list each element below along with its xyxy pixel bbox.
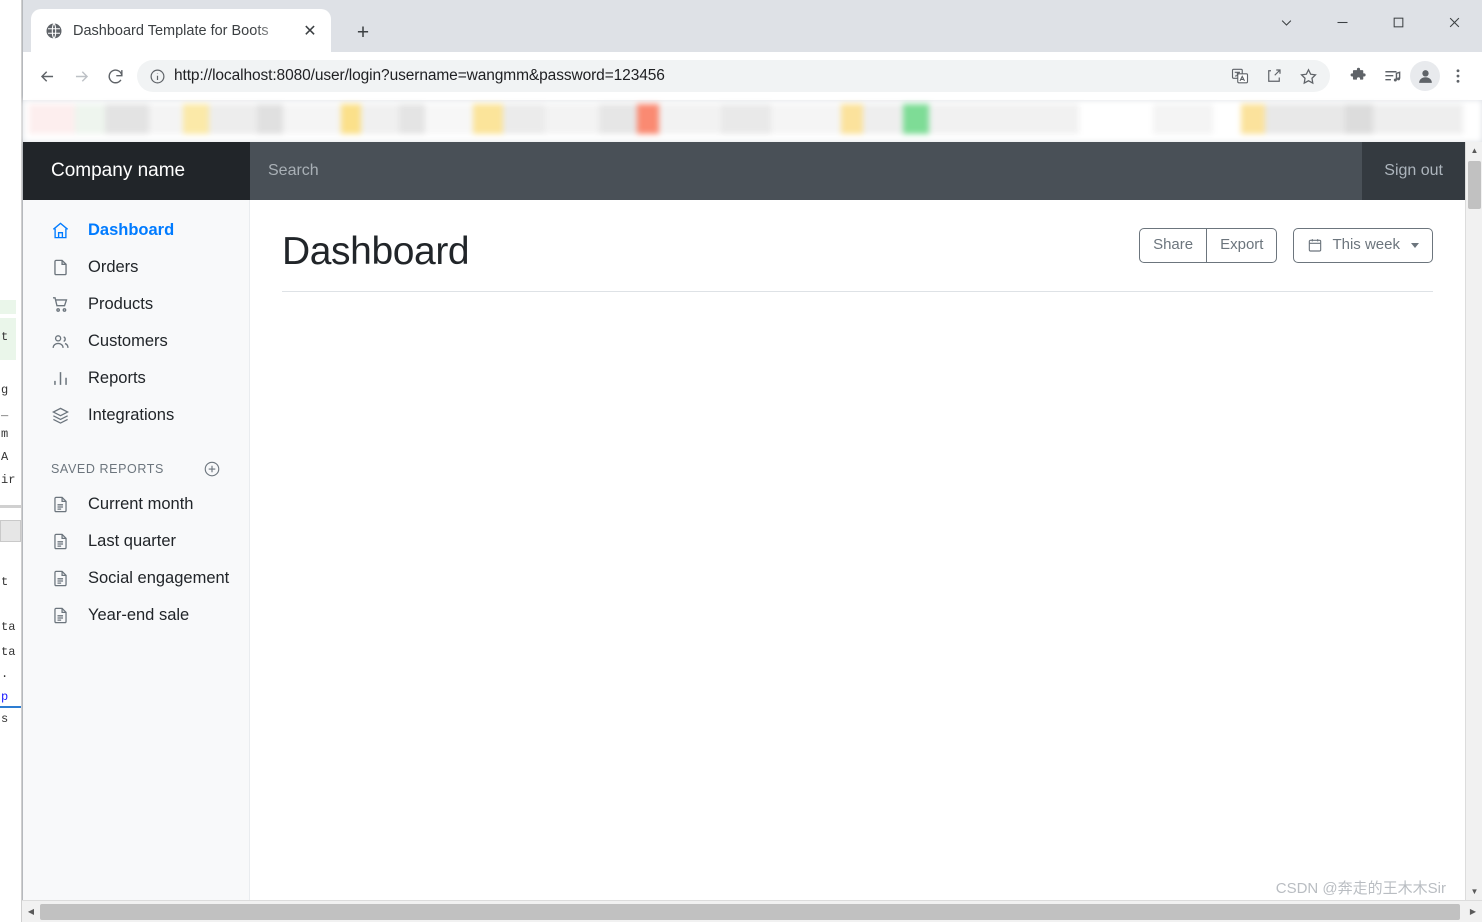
caret-down-icon	[1411, 242, 1419, 248]
profile-avatar-icon[interactable]	[1410, 61, 1440, 91]
plus-circle-icon[interactable]	[203, 460, 221, 478]
scroll-right-arrow-icon[interactable]: ▶	[1464, 901, 1482, 922]
sidebar-report-last-quarter[interactable]: Last quarter	[23, 523, 249, 560]
sidebar-report-label: Current month	[88, 495, 194, 513]
sidebar: Dashboard Orders Products Customers Repo…	[23, 200, 250, 900]
page-vertical-scrollbar[interactable]: ▲ ▼	[1465, 142, 1482, 900]
scroll-down-arrow-icon[interactable]: ▼	[1466, 883, 1482, 900]
document-icon	[51, 569, 70, 588]
background-editor-left-edge: g _ m A ir t t ta ta . p s	[0, 0, 22, 922]
forward-arrow-right-icon[interactable]	[65, 60, 97, 92]
sidebar-item-label: Orders	[88, 258, 139, 276]
browser-tab[interactable]: Dashboard Template for Boots ✕	[31, 9, 331, 52]
sidebar-item-label: Products	[88, 295, 154, 313]
scrollbar-thumb[interactable]	[1468, 161, 1481, 209]
file-icon	[51, 258, 70, 277]
sidebar-item-dashboard[interactable]: Dashboard	[23, 212, 249, 249]
document-icon	[51, 495, 70, 514]
app-navbar: Company name Sign out	[23, 142, 1465, 200]
sidebar-item-customers[interactable]: Customers	[23, 323, 249, 360]
new-tab-button[interactable]: +	[348, 18, 378, 48]
share-icon[interactable]	[1258, 60, 1290, 92]
window-controls	[1258, 0, 1482, 45]
share-button[interactable]: Share	[1139, 228, 1208, 263]
window-horizontal-scrollbar[interactable]: ◀ ▶	[22, 900, 1482, 922]
main-content: Dashboard Share Export This week	[250, 200, 1465, 900]
browser-tab-title: Dashboard Template for Boots	[73, 22, 269, 39]
page-header-actions: Share Export This week	[1139, 228, 1433, 263]
sidebar-report-label: Year-end sale	[88, 606, 190, 624]
site-info-circle-icon[interactable]	[149, 68, 166, 85]
search-input[interactable]	[250, 142, 1363, 200]
sign-out-link[interactable]: Sign out	[1384, 162, 1443, 180]
page-viewport: Company name Sign out Dashboard Or	[23, 142, 1482, 900]
window-maximize-icon[interactable]	[1370, 0, 1426, 45]
sidebar-item-label: Dashboard	[88, 221, 175, 239]
saved-reports-header: SAVED REPORTS	[23, 434, 249, 486]
sidebar-item-orders[interactable]: Orders	[23, 249, 249, 286]
sidebar-item-integrations[interactable]: Integrations	[23, 397, 249, 434]
three-dot-menu-icon[interactable]	[1442, 60, 1474, 92]
users-icon	[51, 332, 70, 351]
sidebar-report-current-month[interactable]: Current month	[23, 486, 249, 523]
bar-chart-icon	[51, 369, 70, 388]
window-minimize-icon[interactable]	[1314, 0, 1370, 45]
extensions-puzzle-icon[interactable]	[1342, 60, 1374, 92]
document-icon	[51, 606, 70, 625]
brand-title[interactable]: Company name	[23, 142, 250, 200]
home-icon	[51, 221, 70, 240]
translate-icon[interactable]	[1224, 60, 1256, 92]
bookmarks-bar-blurred[interactable]	[23, 100, 1482, 142]
sidebar-report-social-engagement[interactable]: Social engagement	[23, 560, 249, 597]
sidebar-item-label: Customers	[88, 332, 168, 350]
layers-icon	[51, 406, 70, 425]
page-header: Dashboard Share Export This week	[282, 228, 1433, 292]
tab-search-chevron-down-icon[interactable]	[1258, 0, 1314, 45]
watermark: CSDN @奔走的王木木Sir	[1275, 880, 1446, 897]
bookmark-star-icon[interactable]	[1292, 60, 1324, 92]
sidebar-item-products[interactable]: Products	[23, 286, 249, 323]
sidebar-report-year-end-sale[interactable]: Year-end sale	[23, 597, 249, 634]
saved-reports-title: SAVED REPORTS	[51, 462, 164, 476]
document-icon	[51, 532, 70, 551]
sidebar-item-label: Reports	[88, 369, 146, 387]
sidebar-report-label: Last quarter	[88, 532, 177, 550]
horizontal-scrollbar-thumb[interactable]	[40, 904, 1460, 920]
globe-icon	[46, 22, 62, 39]
back-arrow-left-icon[interactable]	[31, 60, 63, 92]
browser-window: Dashboard Template for Boots ✕ + http://…	[22, 0, 1482, 900]
sidebar-report-label: Social engagement	[88, 569, 230, 587]
date-range-label: This week	[1332, 236, 1400, 253]
export-button[interactable]: Export	[1207, 228, 1278, 263]
address-bar[interactable]: http://localhost:8080/user/login?usernam…	[137, 60, 1330, 92]
sidebar-item-reports[interactable]: Reports	[23, 360, 249, 397]
browser-toolbar: http://localhost:8080/user/login?usernam…	[23, 52, 1482, 100]
scroll-up-arrow-icon[interactable]: ▲	[1466, 142, 1482, 159]
share-export-button-group: Share Export	[1139, 228, 1278, 263]
sidebar-item-label: Integrations	[88, 406, 175, 424]
calendar-icon	[1309, 239, 1322, 252]
browser-tab-strip: Dashboard Template for Boots ✕ +	[23, 0, 1482, 52]
page-title: Dashboard	[282, 230, 470, 273]
cart-icon	[51, 295, 70, 314]
scroll-left-arrow-icon[interactable]: ◀	[22, 901, 40, 922]
address-bar-url: http://localhost:8080/user/login?usernam…	[174, 67, 665, 84]
date-range-dropdown[interactable]: This week	[1293, 228, 1433, 263]
media-playlist-icon[interactable]	[1376, 60, 1408, 92]
reload-icon[interactable]	[99, 60, 131, 92]
window-close-icon[interactable]	[1426, 0, 1482, 45]
tab-close-icon[interactable]: ✕	[299, 20, 321, 42]
